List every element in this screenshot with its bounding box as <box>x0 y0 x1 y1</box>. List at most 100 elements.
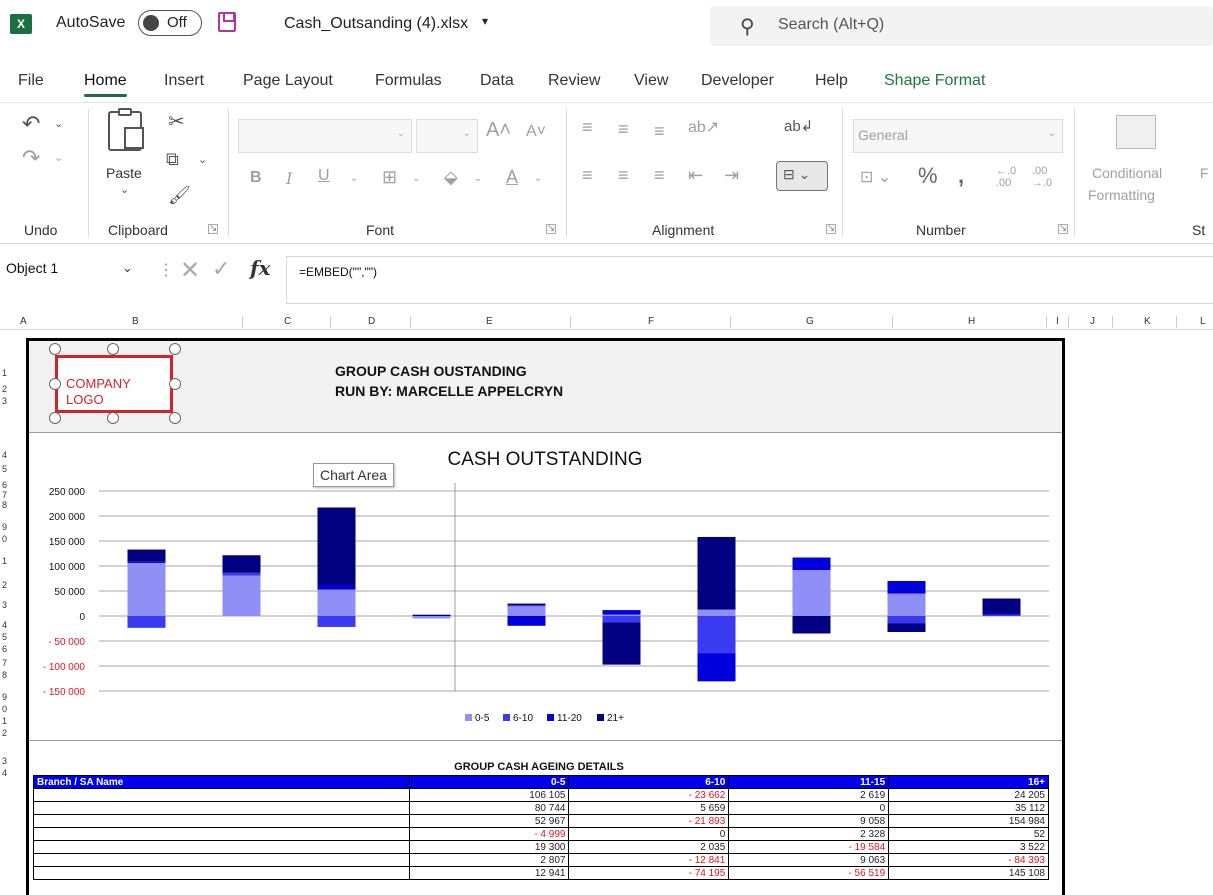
dialog-launcher-icon[interactable]: ↘ <box>208 224 218 234</box>
column-header[interactable]: I <box>1056 316 1059 327</box>
copy-icon[interactable]: ⧉ <box>166 149 179 170</box>
amount-cell[interactable]: 0 <box>728 801 890 815</box>
company-logo-shape[interactable]: COMPANY LOGO <box>55 355 173 413</box>
tab-file[interactable]: File <box>18 72 44 90</box>
font-name-dropdown[interactable]: ⌄ <box>238 119 412 153</box>
row-header[interactable]: 7 <box>2 658 7 668</box>
amount-cell[interactable]: - 12 841 <box>568 853 730 867</box>
chevron-down-icon[interactable]: ⌄ <box>198 153 207 166</box>
amount-cell[interactable]: 12 941 <box>408 866 570 880</box>
conditional-formatting-label[interactable]: Conditional <box>1092 165 1162 181</box>
save-icon[interactable] <box>218 12 236 32</box>
amount-cell[interactable]: 2 035 <box>568 840 730 854</box>
row-header[interactable]: 8 <box>2 500 7 510</box>
dialog-launcher-icon[interactable]: ↘ <box>1058 224 1068 234</box>
orientation-icon[interactable]: ab↗ <box>688 117 719 137</box>
row-header[interactable]: 7 <box>2 490 7 500</box>
underline-icon[interactable]: U <box>318 167 330 185</box>
amount-cell[interactable]: 2 328 <box>728 827 890 841</box>
resize-handle[interactable] <box>49 343 61 355</box>
row-header[interactable]: 1 <box>2 716 7 726</box>
amount-cell[interactable]: - 21 893 <box>568 814 730 828</box>
resize-handle[interactable] <box>169 343 181 355</box>
column-header[interactable]: C <box>284 316 291 327</box>
amount-cell[interactable]: - 56 519 <box>728 866 890 880</box>
chevron-down-icon[interactable]: ⌄ <box>534 173 542 184</box>
amount-cell[interactable]: 106 105 <box>408 788 570 802</box>
tab-help[interactable]: Help <box>815 72 848 90</box>
increase-indent-icon[interactable]: ⇥ <box>724 165 739 186</box>
amount-cell[interactable]: - 84 393 <box>888 853 1049 867</box>
paste-icon[interactable] <box>108 108 144 151</box>
row-header[interactable]: 3 <box>2 600 7 610</box>
chevron-down-icon[interactable]: ⌄ <box>120 183 129 196</box>
insert-function-icon[interactable]: fx <box>250 256 271 280</box>
tab-data[interactable]: Data <box>480 72 514 90</box>
row-header[interactable]: 1 <box>2 368 7 378</box>
increase-font-icon[interactable]: A˄ <box>486 119 511 142</box>
row-header[interactable]: 6 <box>2 480 7 490</box>
resize-handle[interactable] <box>169 378 181 390</box>
amount-cell[interactable]: - 23 662 <box>568 788 730 802</box>
font-size-dropdown[interactable]: ⌄ <box>416 119 478 153</box>
conditional-formatting-icon[interactable] <box>1116 115 1156 149</box>
italic-icon[interactable]: I <box>286 169 292 188</box>
format-painter-icon[interactable]: 🖌 <box>168 185 191 206</box>
align-bottom-icon[interactable]: ≡ <box>654 121 665 142</box>
row-header[interactable]: 1 <box>2 556 7 566</box>
amount-cell[interactable]: 154 984 <box>888 814 1049 828</box>
fill-color-icon[interactable]: ⬙ <box>444 167 458 188</box>
amount-cell[interactable]: - 4 999 <box>408 827 570 841</box>
file-name[interactable]: Cash_Outsanding (4).xlsx <box>284 15 468 33</box>
cash-outstanding-chart[interactable]: CASH OUTSTANDING 250 000 200 000 150 000 100… <box>29 435 1062 741</box>
branch-name-cell[interactable] <box>33 788 410 802</box>
tab-developer[interactable]: Developer <box>701 72 774 90</box>
row-header[interactable]: 0 <box>2 534 7 544</box>
amount-cell[interactable]: 9 063 <box>728 853 890 867</box>
align-top-icon[interactable]: ≡ <box>582 117 593 138</box>
column-header[interactable]: K <box>1144 316 1151 327</box>
format-as-table-label[interactable]: F <box>1200 165 1209 181</box>
column-header[interactable]: E <box>486 316 493 327</box>
row-header[interactable]: 5 <box>2 632 7 642</box>
align-right-icon[interactable]: ≡ <box>654 165 665 186</box>
amount-cell[interactable]: - 74 195 <box>568 866 730 880</box>
decrease-font-icon[interactable]: A˅ <box>526 123 546 141</box>
chevron-down-icon[interactable]: ⌄ <box>54 117 63 130</box>
column-header[interactable]: H <box>968 316 975 327</box>
amount-cell[interactable]: 0 <box>568 827 730 841</box>
amount-cell[interactable]: 2 807 <box>408 853 570 867</box>
align-left-icon[interactable]: ≡ <box>582 165 593 186</box>
cut-icon[interactable]: ✂ <box>168 109 185 134</box>
row-header[interactable]: 2 <box>2 728 7 738</box>
branch-name-cell[interactable] <box>33 840 410 854</box>
amount-cell[interactable]: 80 744 <box>408 801 570 815</box>
percent-icon[interactable]: % <box>918 163 938 189</box>
tab-review[interactable]: Review <box>548 72 600 90</box>
resize-handle[interactable] <box>169 412 181 424</box>
row-header[interactable]: 9 <box>2 522 7 532</box>
row-header[interactable]: 3 <box>2 396 7 406</box>
row-header[interactable]: 4 <box>2 768 7 778</box>
amount-cell[interactable]: 19 300 <box>408 840 570 854</box>
resize-handle[interactable] <box>107 412 119 424</box>
column-header[interactable]: G <box>806 316 814 327</box>
number-format-dropdown[interactable]: General ⌄ <box>853 119 1063 153</box>
amount-cell[interactable]: 145 108 <box>888 866 1049 880</box>
column-header[interactable]: L <box>1200 316 1206 327</box>
chevron-down-icon[interactable]: ▾ <box>482 14 488 28</box>
borders-icon[interactable]: ⊞ <box>382 167 397 188</box>
chevron-down-icon[interactable]: ⌄ <box>54 151 63 164</box>
chevron-down-icon[interactable]: ⌄ <box>122 260 133 276</box>
amount-cell[interactable]: 5 659 <box>568 801 730 815</box>
cancel-icon[interactable]: ✕ <box>180 256 200 285</box>
conditional-formatting-label-2[interactable]: Formatting <box>1088 187 1155 203</box>
resize-handle[interactable] <box>49 378 61 390</box>
branch-name-cell[interactable] <box>33 853 410 867</box>
branch-name-cell[interactable] <box>33 814 410 828</box>
amount-cell[interactable]: 2 619 <box>728 788 890 802</box>
align-middle-icon[interactable]: ≡ <box>618 119 629 140</box>
chevron-down-icon[interactable]: ⌄ <box>474 173 482 184</box>
column-header[interactable]: J <box>1090 316 1095 327</box>
amount-cell[interactable]: 35 112 <box>888 801 1049 815</box>
